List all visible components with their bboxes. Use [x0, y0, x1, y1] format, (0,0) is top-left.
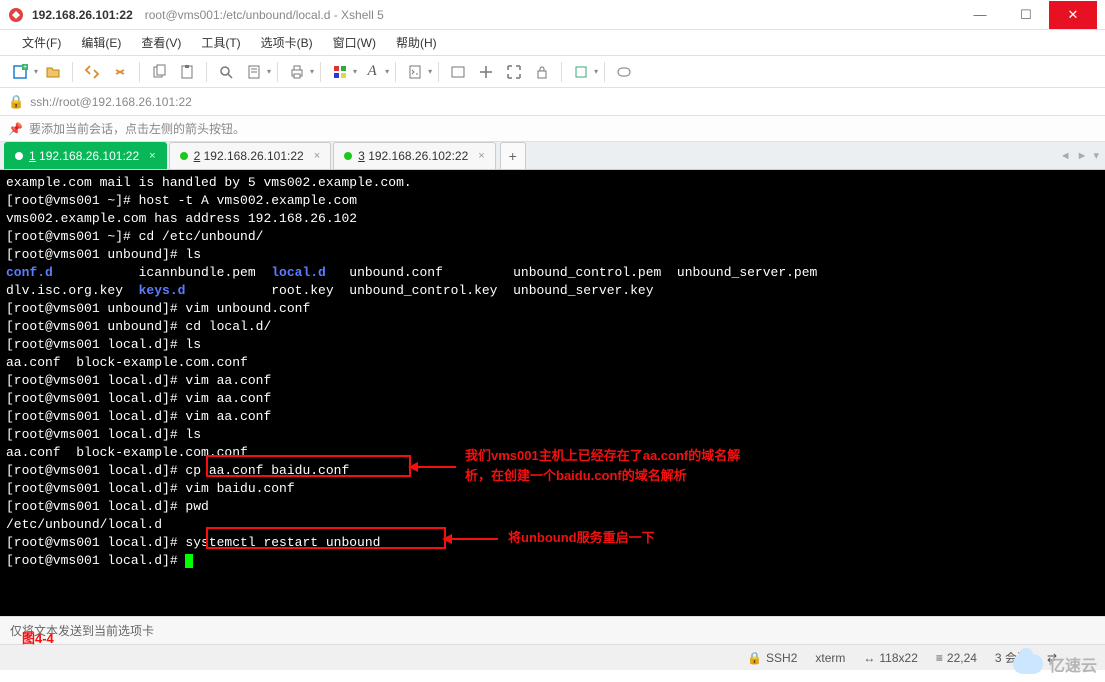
- annotation-text-2: 将unbound服务重启一下: [508, 528, 655, 548]
- status-size: ↔118x22: [863, 651, 917, 665]
- send-bar: 仅将文本发送到当前选项卡: [0, 616, 1105, 644]
- paste-icon[interactable]: [174, 59, 200, 85]
- pos-icon: ≡: [936, 651, 943, 665]
- menu-tools[interactable]: 工具(T): [191, 34, 250, 51]
- title-bar: 192.168.26.101:22 root@vms001:/etc/unbou…: [0, 0, 1105, 30]
- new-session-icon[interactable]: +: [8, 59, 34, 85]
- tab-nav-down-icon[interactable]: ▾: [1093, 149, 1099, 162]
- watermark-text: 亿速云: [1049, 652, 1097, 676]
- pin-icon[interactable]: 📌: [8, 122, 23, 136]
- disconnect-icon[interactable]: [107, 59, 133, 85]
- annotation-arrow-1: [416, 466, 456, 468]
- open-session-icon[interactable]: [40, 59, 66, 85]
- status-protocol: 🔒SSH2: [747, 651, 797, 665]
- minimize-button[interactable]: —: [957, 1, 1003, 29]
- menu-bar: 文件(F) 编辑(E) 查看(V) 工具(T) 选项卡(B) 窗口(W) 帮助(…: [0, 30, 1105, 56]
- toolbar: + ▾ ▾ ▾ ▾ A ▾ ▾ ▾: [0, 56, 1105, 88]
- find-icon[interactable]: [213, 59, 239, 85]
- script-icon[interactable]: [402, 59, 428, 85]
- watermark: 亿速云: [1013, 652, 1097, 676]
- status-dot-icon: [180, 152, 188, 160]
- menu-view[interactable]: 查看(V): [131, 34, 191, 51]
- properties-icon[interactable]: [241, 59, 267, 85]
- session-tab-2[interactable]: 2 192.168.26.101:22 ×: [169, 142, 332, 169]
- cloud-icon: [1013, 654, 1043, 674]
- font-icon[interactable]: A: [359, 59, 385, 85]
- dropdown-arrow-icon[interactable]: ▾: [34, 67, 38, 76]
- menu-edit[interactable]: 编辑(E): [71, 34, 131, 51]
- tunneling-icon[interactable]: [473, 59, 499, 85]
- add-tab-button[interactable]: +: [500, 142, 526, 169]
- info-bar: 📌 要添加当前会话，点击左侧的箭头按钮。: [0, 116, 1105, 142]
- status-bar: 🔒SSH2 xterm ↔118x22 ≡22,24 3 会话 ⇄: [0, 644, 1105, 670]
- new-file-transfer-icon[interactable]: [568, 59, 594, 85]
- menu-file[interactable]: 文件(F): [12, 34, 71, 51]
- help-icon[interactable]: [611, 59, 637, 85]
- color-scheme-icon[interactable]: [327, 59, 353, 85]
- menu-help[interactable]: 帮助(H): [386, 34, 447, 51]
- menu-window[interactable]: 窗口(W): [323, 34, 386, 51]
- maximize-button[interactable]: ☐: [1003, 1, 1049, 29]
- protocol-lock-icon: 🔒: [8, 94, 24, 110]
- info-message: 要添加当前会话，点击左侧的箭头按钮。: [29, 120, 245, 137]
- annotation-text-1: 我们vms001主机上已经存在了aa.conf的域名解 析，在创建一个baidu…: [465, 446, 805, 486]
- figure-label: 图4-4: [22, 628, 54, 647]
- reconnect-icon[interactable]: [79, 59, 105, 85]
- status-dot-icon: [15, 152, 23, 160]
- address-url[interactable]: ssh://root@192.168.26.101:22: [30, 95, 192, 109]
- tab-close-icon[interactable]: ×: [478, 150, 484, 162]
- session-tab-1[interactable]: 1 192.168.26.101:22 ×: [4, 142, 167, 169]
- proto-lock-icon: 🔒: [747, 651, 762, 665]
- status-term: xterm: [815, 651, 845, 665]
- session-tab-3[interactable]: 3 192.168.26.102:22 ×: [333, 142, 496, 169]
- address-bar: 🔒 ssh://root@192.168.26.101:22: [0, 88, 1105, 116]
- print-icon[interactable]: [284, 59, 310, 85]
- window-title-main: 192.168.26.101:22: [32, 8, 133, 22]
- terminal-output[interactable]: example.com mail is handled by 5 vms002.…: [0, 170, 1105, 616]
- tab-close-icon[interactable]: ×: [314, 150, 320, 162]
- window-title-sub: root@vms001:/etc/unbound/local.d - Xshel…: [145, 8, 384, 22]
- tab-close-icon[interactable]: ×: [149, 150, 155, 162]
- terminal-pane[interactable]: example.com mail is handled by 5 vms002.…: [0, 170, 1105, 616]
- tab-nav-right-icon[interactable]: ►: [1077, 150, 1088, 162]
- annotation-arrow-2: [450, 538, 498, 540]
- window-controls: — ☐ ✕: [957, 1, 1097, 29]
- status-dot-icon: [344, 152, 352, 160]
- size-icon: ↔: [863, 651, 875, 665]
- compose-icon[interactable]: [445, 59, 471, 85]
- status-position: ≡22,24: [936, 651, 977, 665]
- lock-icon[interactable]: [529, 59, 555, 85]
- svg-text:+: +: [23, 64, 27, 71]
- tab-strip: 1 192.168.26.101:22 × 2 192.168.26.101:2…: [0, 142, 1105, 170]
- tab-nav-left-icon[interactable]: ◄: [1060, 150, 1071, 162]
- copy-icon[interactable]: [146, 59, 172, 85]
- close-button[interactable]: ✕: [1049, 1, 1097, 29]
- app-icon: [8, 7, 24, 23]
- fullscreen-icon[interactable]: [501, 59, 527, 85]
- menu-tabs[interactable]: 选项卡(B): [251, 34, 323, 51]
